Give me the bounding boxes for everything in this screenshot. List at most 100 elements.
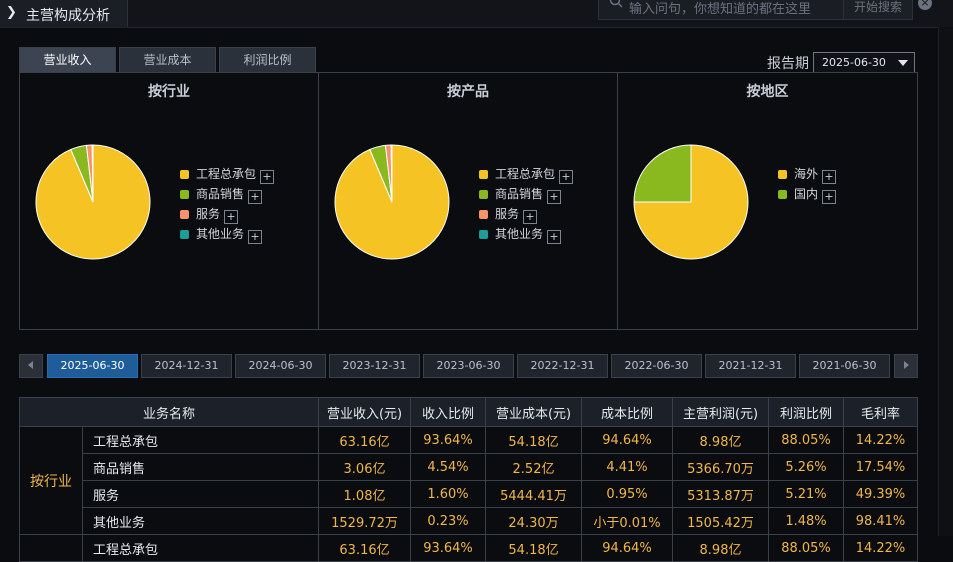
group-label: 按行业 [19, 426, 83, 535]
legend-item[interactable]: 其他业务 + [180, 225, 274, 245]
table-row[interactable]: 服务 1.08亿 1.60% 5444.41万 0.95% 5313.87万 5.21% 49… [20, 480, 919, 508]
table-row[interactable]: 其他业务 1529.72万 0.23% 24.30万 小于0.01% 1505.42万 1.… [20, 507, 919, 535]
value-cell: 5.26% [768, 453, 845, 481]
value-cell: 54.18亿 [485, 534, 583, 562]
date-button-2023-06-30[interactable]: 2023-06-30 [423, 354, 514, 378]
value-cell: 0.95% [581, 480, 674, 508]
expand-plus-icon[interactable]: + [822, 190, 837, 204]
panel-by-product: 按产品 工程总承包 + 商品销售 + 服务 + 其他业务 + [319, 73, 618, 329]
header-gross-margin: 毛利率 [843, 397, 919, 427]
table-row[interactable]: 工程总承包 63.16亿 93.64% 54.18亿 94.64% 8.98亿 88.05%… [19, 534, 919, 562]
table-row[interactable]: 商品销售 3.06亿 4.54% 2.52亿 4.41% 5366.70万 5.26% 17.… [20, 453, 919, 481]
date-button-2024-06-30[interactable]: 2024-06-30 [235, 354, 326, 378]
legend-swatch [479, 170, 488, 179]
date-next-button[interactable] [894, 354, 918, 378]
header-cost-ratio: 成本比例 [581, 397, 674, 427]
legend-item[interactable]: 服务 + [479, 205, 573, 225]
report-period-label: 报告期 [767, 56, 809, 72]
legend-label: 国内 [794, 187, 819, 201]
legend-label: 服务 [196, 207, 221, 221]
pie-chart-product [334, 144, 450, 260]
panel-by-industry: 按行业 工程总承包 + 商品销售 + 服务 + 其他业务 + [20, 73, 319, 329]
value-cell: 1.48% [768, 507, 845, 535]
value-cell: 4.54% [410, 453, 487, 481]
header-business-name: 业务名称 [18, 397, 320, 427]
tab-cost[interactable]: 营业成本 [119, 47, 216, 73]
value-cell: 1.60% [410, 480, 487, 508]
legend-swatch [778, 170, 787, 179]
legend-label: 海外 [794, 167, 819, 181]
value-cell: 1529.72万 [318, 507, 412, 535]
composition-table: 业务名称 营业收入(元) 收入比例 营业成本(元) 成本比例 主营利润(元) 利… [18, 397, 919, 562]
window-title: 主营构成分析 [26, 8, 110, 24]
window-title-tab[interactable]: ❯ 主营构成分析 [0, 0, 128, 27]
tab-revenue[interactable]: 营业收入 [19, 47, 116, 73]
legend-item[interactable]: 商品销售 + [479, 185, 573, 205]
date-button-2023-12-31[interactable]: 2023-12-31 [329, 354, 420, 378]
close-icon[interactable]: × [918, 0, 932, 10]
chevron-right-icon [904, 361, 909, 369]
expand-plus-icon[interactable]: + [248, 190, 263, 204]
date-button-2021-06-30[interactable]: 2021-06-30 [799, 354, 890, 378]
legend-swatch [180, 190, 189, 199]
value-cell: 14.22% [843, 534, 919, 562]
date-button-2022-12-31[interactable]: 2022-12-31 [517, 354, 608, 378]
expand-plus-icon[interactable]: + [523, 210, 538, 224]
value-cell: 63.16亿 [318, 534, 412, 562]
vertical-scrollbar[interactable] [938, 27, 953, 536]
value-cell: 49.39% [843, 480, 919, 508]
expand-plus-icon[interactable]: + [559, 170, 574, 184]
expand-plus-icon[interactable]: + [248, 230, 263, 244]
date-button-2021-12-31[interactable]: 2021-12-31 [705, 354, 796, 378]
legend-label: 商品销售 [196, 187, 245, 201]
chevron-right-icon: ❯ [6, 5, 17, 20]
top-bar: ❯ 主营构成分析 输入问句，你想知道的都在这里 开始搜索 × [0, 0, 953, 28]
expand-plus-icon[interactable]: + [822, 170, 837, 184]
legend-item[interactable]: 海外 + [778, 165, 837, 185]
panel-title: 按产品 [447, 84, 489, 100]
value-cell: 4.41% [581, 453, 674, 481]
expand-plus-icon[interactable]: + [547, 190, 562, 204]
chart-panels: 按行业 工程总承包 + 商品销售 + 服务 + 其他业务 + 按产品 工程总承包 + 商品销售 + 服… [19, 72, 918, 330]
value-cell: 8.98亿 [672, 426, 770, 454]
header-cost: 营业成本(元) [485, 397, 583, 427]
legend-item[interactable]: 商品销售 + [180, 185, 274, 205]
table-header-row: 业务名称 营业收入(元) 收入比例 营业成本(元) 成本比例 主营利润(元) 利… [18, 397, 919, 427]
expand-plus-icon[interactable]: + [224, 210, 239, 224]
date-button-2024-12-31[interactable]: 2024-12-31 [141, 354, 232, 378]
search-placeholder: 输入问句，你想知道的都在这里 [629, 2, 812, 17]
tab-profit-ratio[interactable]: 利润比例 [219, 47, 316, 73]
legend-product: 工程总承包 + 商品销售 + 服务 + 其他业务 + [479, 165, 574, 245]
date-prev-button[interactable] [19, 354, 43, 378]
legend-item[interactable]: 其他业务 + [479, 225, 573, 245]
value-cell: 5366.70万 [672, 453, 770, 481]
date-button-2025-06-30[interactable]: 2025-06-30 [47, 354, 138, 378]
search-button[interactable]: 开始搜索 [843, 0, 913, 20]
value-cell: 94.64% [581, 426, 674, 454]
value-cell: 54.18亿 [485, 426, 583, 454]
legend-label: 其他业务 [495, 227, 544, 241]
table-row[interactable]: 按行业 工程总承包 63.16亿 93.64% 54.18亿 94.64% 8.98亿 88.… [19, 426, 919, 535]
expand-plus-icon[interactable]: + [260, 170, 275, 184]
business-name-cell: 服务 [81, 480, 320, 508]
legend-swatch [479, 230, 488, 239]
legend-item[interactable]: 工程总承包 + [180, 165, 275, 185]
value-cell: 5313.87万 [672, 480, 770, 508]
legend-swatch [479, 190, 488, 199]
value-cell: 5.21% [768, 480, 845, 508]
value-cell: 2.52亿 [485, 453, 583, 481]
panel-by-region: 按地区 海外 + 国内 + [618, 73, 917, 329]
legend-swatch [778, 190, 787, 199]
value-cell: 5444.41万 [485, 480, 583, 508]
pie-slice-国内[interactable] [633, 144, 692, 203]
legend-item[interactable]: 服务 + [180, 205, 274, 225]
group-label [19, 534, 83, 562]
value-cell: 63.16亿 [318, 426, 412, 454]
legend-item[interactable]: 工程总承包 + [479, 165, 574, 185]
legend-item[interactable]: 国内 + [778, 185, 837, 205]
value-cell: 94.64% [581, 534, 674, 562]
value-cell: 17.54% [843, 453, 919, 481]
expand-plus-icon[interactable]: + [547, 230, 562, 244]
date-button-2022-06-30[interactable]: 2022-06-30 [611, 354, 702, 378]
chevron-down-icon [898, 60, 908, 66]
